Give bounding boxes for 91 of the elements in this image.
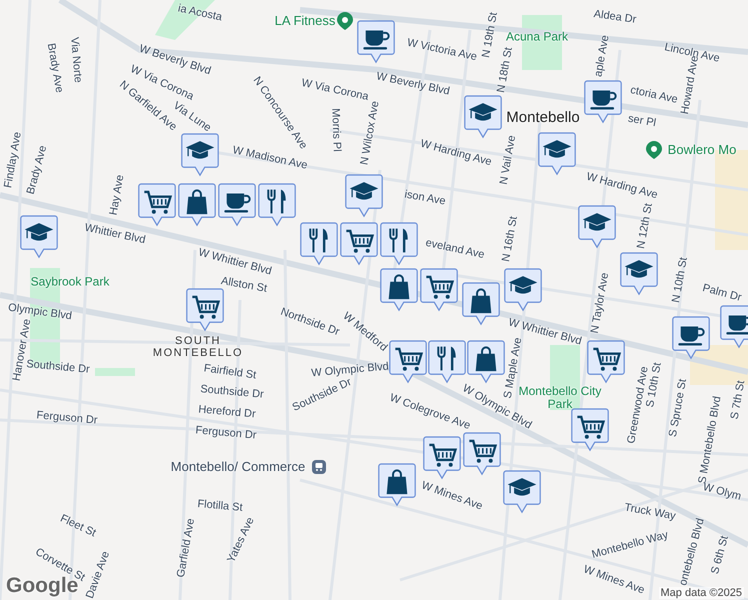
street-label: W Beverly Blvd (375, 70, 451, 98)
coffee-cup-marker[interactable] (218, 183, 256, 227)
street-label: Findlay Ave (2, 131, 24, 189)
street-label: ser Pl (627, 112, 657, 130)
park-area (95, 368, 135, 376)
street-label: N 12th St (635, 202, 655, 250)
graduation-cap-marker[interactable] (464, 95, 502, 139)
shopping-bag-marker[interactable] (178, 183, 216, 227)
street-label: ison Ave (404, 188, 446, 208)
street-label: Brady Ave (44, 42, 66, 94)
street-label: eveland Ave (424, 236, 486, 262)
coffee-cup-marker[interactable] (672, 316, 710, 360)
map-attribution: Map data ©2025 (658, 587, 744, 599)
street-label: Brady Ave (24, 144, 50, 196)
coffee-cup-marker[interactable] (584, 80, 622, 124)
street-label: ctoria Ave (629, 84, 679, 106)
park-label: Acuna Park (506, 30, 568, 44)
street-label: Allston St (220, 275, 268, 295)
graduation-cap-marker[interactable] (345, 174, 383, 218)
street-label: S 6th St (709, 534, 731, 576)
shopping-cart-marker[interactable] (340, 222, 378, 266)
graduation-cap-marker[interactable] (503, 470, 541, 514)
street-label: Southside Dr (26, 358, 90, 376)
street-label: Flotilla St (196, 498, 244, 514)
street-label: Whittier Blvd (84, 222, 146, 246)
street-label: ia Acosta (176, 2, 224, 24)
graduation-cap-marker[interactable] (20, 215, 58, 259)
street-label: Hereford Dr (198, 403, 256, 421)
street-label: Ferguson Dr (36, 409, 98, 427)
fork-knife-marker[interactable] (300, 222, 338, 266)
park-label: Montebello City Park (518, 384, 602, 412)
fork-knife-marker[interactable] (428, 340, 466, 384)
street-label: Yates Ave (225, 515, 257, 565)
place-label[interactable]: LA Fitness (274, 14, 336, 28)
street-label: Ferguson Dr (195, 424, 257, 442)
street-label: Howard Ave (678, 54, 701, 116)
train-icon[interactable] (312, 460, 326, 474)
street-label: N Wilcox Ave (358, 100, 382, 166)
street-label: S 7th St (728, 380, 748, 420)
street-label: N Taylor Ave (588, 272, 612, 334)
street-label: Truck Way (623, 502, 677, 522)
coffee-cup-marker[interactable] (357, 20, 395, 64)
street-label: N 16th St (500, 215, 520, 263)
shopping-bag-marker[interactable] (462, 282, 500, 326)
place-pin-icon[interactable] (646, 141, 662, 159)
street-label: S Spruce St (666, 378, 690, 438)
graduation-cap-marker[interactable] (620, 252, 658, 296)
street-label: W Whittier Blvd (197, 246, 273, 278)
shopping-cart-marker[interactable] (587, 340, 625, 384)
fork-knife-marker[interactable] (258, 183, 296, 227)
street-label: Hay Ave (108, 174, 126, 216)
shopping-cart-marker[interactable] (423, 436, 461, 480)
station-label[interactable]: Montebello/ Commerce (170, 460, 306, 474)
graduation-cap-marker[interactable] (181, 133, 219, 177)
street-label: W Mines Ave (582, 563, 646, 597)
street-label: Morris Pl (329, 108, 343, 152)
shopping-bag-marker[interactable] (378, 463, 416, 507)
street-label: Aldea Dr (592, 8, 638, 26)
graduation-cap-marker[interactable] (578, 205, 616, 249)
city-label: Montebello (506, 110, 580, 126)
shopping-cart-marker[interactable] (186, 288, 224, 332)
shopping-cart-marker[interactable] (420, 268, 458, 312)
shopping-cart-marker[interactable] (571, 408, 609, 452)
place-label[interactable]: Bowlero Mo (668, 142, 736, 158)
coffee-cup-marker[interactable] (720, 305, 748, 349)
park-label: Saybrook Park (30, 275, 110, 289)
shopping-cart-marker[interactable] (389, 340, 427, 384)
shopping-cart-marker[interactable] (463, 432, 501, 476)
shopping-bag-marker[interactable] (380, 268, 418, 312)
place-pin-icon[interactable] (337, 12, 353, 30)
graduation-cap-marker[interactable] (538, 132, 576, 176)
district-label: SOUTH MONTEBELLO (152, 334, 244, 360)
graduation-cap-marker[interactable] (504, 268, 542, 312)
street-label: aple Ave (592, 34, 612, 78)
shopping-bag-marker[interactable] (467, 340, 505, 384)
street-label: Fairfield St (203, 362, 257, 382)
street-label: W Via Corona (300, 76, 370, 103)
street-label: Via Norte (68, 36, 84, 84)
shopping-cart-marker[interactable] (138, 183, 176, 227)
fork-knife-marker[interactable] (380, 222, 418, 266)
street-label: W Victoria Ave (406, 36, 478, 64)
street-label: W Olympic Blvd (310, 360, 390, 380)
street-label: ontebello Blvd (677, 517, 707, 587)
street-label: Fleet St (58, 512, 98, 540)
street-label: Southside Dr (200, 383, 264, 401)
street-label: N 10th St (670, 256, 690, 304)
street-label: N Vail Ave (498, 134, 518, 186)
street-label: Garfield Ave (174, 518, 198, 578)
street-label: Davie Ave (84, 550, 112, 600)
street-label: Palm Dr (701, 282, 743, 304)
street-label: W Mines Ave (420, 479, 484, 513)
